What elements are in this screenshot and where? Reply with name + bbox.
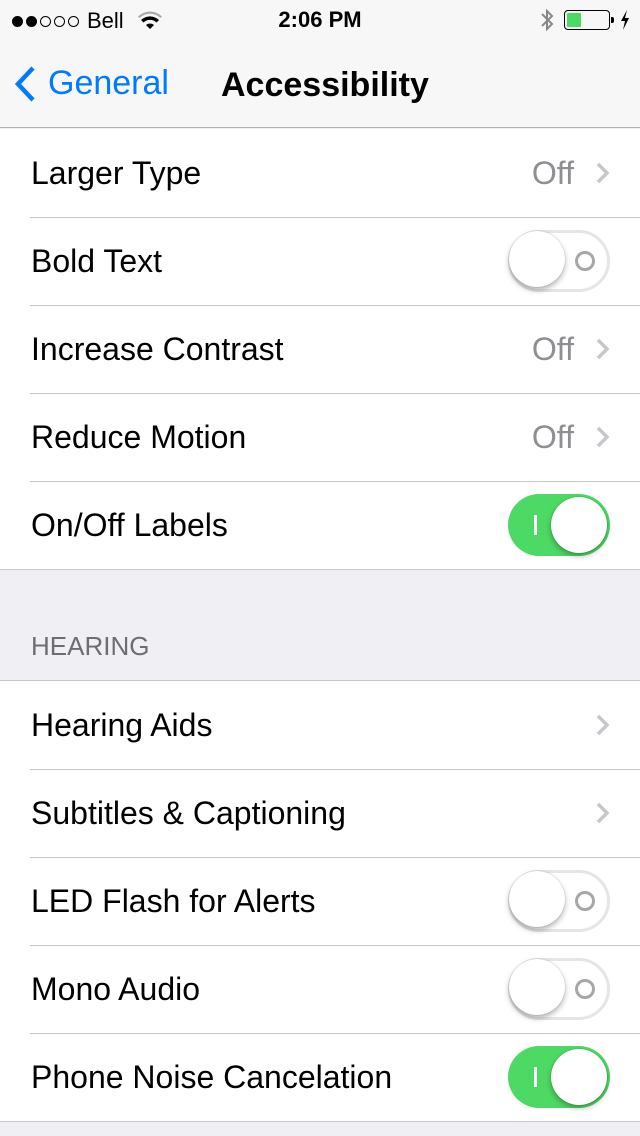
row-mono-audio[interactable]: Mono Audio	[0, 945, 640, 1033]
row-value: Off	[531, 154, 574, 191]
row-bold-text[interactable]: Bold Text	[0, 217, 640, 305]
row-label: Phone Noise Cancelation	[31, 1058, 393, 1095]
row-label: Hearing Aids	[31, 706, 213, 743]
back-button[interactable]: General	[14, 64, 169, 103]
chevron-right-icon	[596, 714, 610, 736]
row-increase-contrast[interactable]: Increase Contrast Off	[0, 305, 640, 393]
page-title: Accessibility	[221, 66, 429, 104]
on-off-labels-toggle[interactable]	[508, 494, 610, 556]
row-on-off-labels[interactable]: On/Off Labels	[0, 481, 640, 569]
row-subtitles-captioning[interactable]: Subtitles & Captioning	[0, 769, 640, 857]
mono-audio-toggle[interactable]	[508, 958, 610, 1020]
bluetooth-icon	[541, 8, 554, 32]
row-label: Bold Text	[31, 242, 163, 279]
section-header-label: HEARING	[31, 631, 150, 661]
bold-text-toggle[interactable]	[508, 230, 610, 292]
row-phone-noise-cancelation[interactable]: Phone Noise Cancelation	[0, 1033, 640, 1121]
row-label: Reduce Motion	[31, 418, 247, 455]
row-larger-type[interactable]: Larger Type Off	[0, 129, 640, 217]
chevron-right-icon	[596, 338, 610, 360]
chevron-right-icon	[596, 802, 610, 824]
general-accessibility-group: Larger Type Off Bold Text Increase Contr…	[0, 129, 640, 570]
row-value: Off	[531, 418, 574, 455]
battery-level	[567, 13, 581, 27]
row-label: Larger Type	[31, 154, 202, 191]
row-label: On/Off Labels	[31, 506, 228, 543]
row-label: Subtitles & Captioning	[31, 794, 346, 831]
settings-list: Larger Type Off Bold Text Increase Contr…	[0, 129, 640, 1122]
phone-noise-cancelation-toggle[interactable]	[508, 1046, 610, 1108]
led-flash-toggle[interactable]	[508, 870, 610, 932]
row-label: LED Flash for Alerts	[31, 882, 316, 919]
status-bar: Bell 2:06 PM	[0, 0, 640, 40]
row-label: Increase Contrast	[31, 330, 284, 367]
row-hearing-aids[interactable]: Hearing Aids	[0, 681, 640, 769]
row-value: Off	[531, 330, 574, 367]
row-reduce-motion[interactable]: Reduce Motion Off	[0, 393, 640, 481]
charging-bolt-icon	[621, 10, 629, 30]
back-label: General	[48, 64, 169, 102]
row-led-flash[interactable]: LED Flash for Alerts	[0, 857, 640, 945]
navigation-bar: General Accessibility	[0, 40, 640, 128]
chevron-right-icon	[596, 162, 610, 184]
battery-icon	[564, 10, 614, 30]
section-header-hearing: HEARING	[0, 570, 640, 680]
hearing-group: Hearing Aids Subtitles & Captioning LED …	[0, 680, 640, 1122]
chevron-right-icon	[596, 426, 610, 448]
row-label: Mono Audio	[31, 970, 201, 1007]
chevron-left-icon	[14, 65, 35, 102]
